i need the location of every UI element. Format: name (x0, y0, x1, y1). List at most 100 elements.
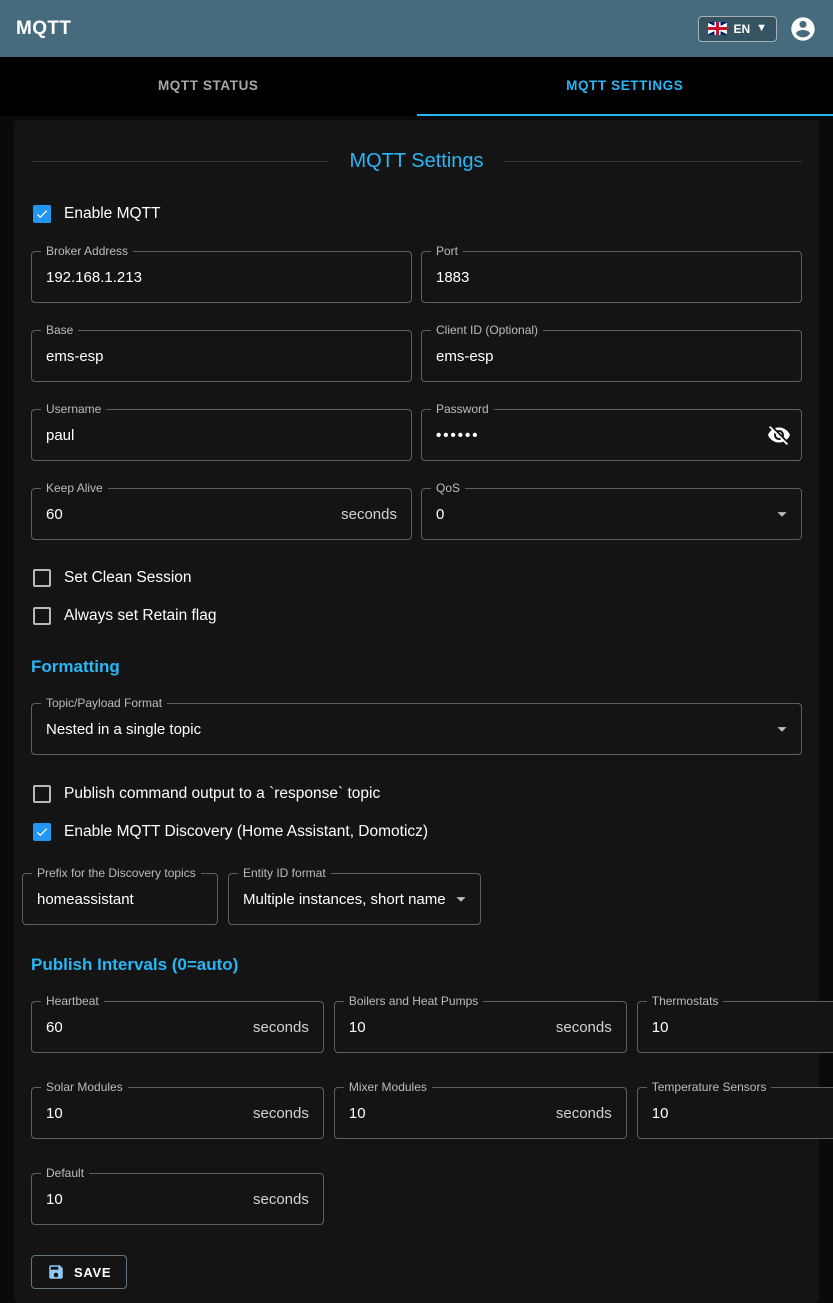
entity-id-format-value: Multiple instances, short name (243, 891, 450, 908)
client-id-label: Client ID (Optional) (431, 324, 543, 337)
page-title: MQTT Settings (31, 150, 802, 173)
base-field: Base (31, 330, 412, 382)
port-label: Port (431, 245, 463, 258)
keep-alive-input[interactable] (46, 506, 333, 523)
publish-intervals-grid: Heartbeat seconds Boilers and Heat Pumps… (31, 1001, 802, 1225)
qos-label: QoS (431, 482, 465, 495)
boilers-interval-field: Boilers and Heat Pumps seconds (334, 1001, 627, 1053)
account-circle-icon (789, 15, 817, 43)
clean-session-checkbox[interactable]: Set Clean Session (31, 567, 802, 589)
keep-alive-field: Keep Alive seconds (31, 488, 412, 540)
account-button[interactable] (789, 15, 817, 43)
client-id-input[interactable] (436, 348, 787, 365)
dropdown-arrow-icon (771, 718, 793, 740)
default-label: Default (41, 1167, 89, 1180)
visibility-off-icon[interactable] (767, 423, 791, 447)
mixer-interval-field: Mixer Modules seconds (334, 1087, 627, 1139)
username-label: Username (41, 403, 106, 416)
client-id-field: Client ID (Optional) (421, 330, 802, 382)
formatting-heading: Formatting (31, 657, 802, 677)
qos-select[interactable]: QoS 0 (421, 488, 802, 540)
uk-flag-icon (708, 22, 727, 35)
heartbeat-interval-input[interactable] (46, 1019, 245, 1036)
port-input[interactable] (436, 269, 787, 286)
save-icon (47, 1263, 65, 1281)
enable-mqtt-checkbox[interactable]: Enable MQTT (31, 203, 802, 225)
discovery-prefix-field: Prefix for the Discovery topics (22, 873, 218, 925)
language-label: EN (733, 22, 750, 36)
port-field: Port (421, 251, 802, 303)
save-button[interactable]: SAVE (31, 1255, 127, 1289)
language-button[interactable]: EN ▼ (698, 16, 777, 42)
heartbeat-unit: seconds (253, 1019, 309, 1036)
broker-address-input[interactable] (46, 269, 397, 286)
thermostats-interval-field: Thermostats seconds (637, 1001, 833, 1053)
solar-interval-field: Solar Modules seconds (31, 1087, 324, 1139)
heartbeat-label: Heartbeat (41, 995, 104, 1008)
retain-flag-label: Always set Retain flag (64, 607, 217, 625)
boilers-interval-input[interactable] (349, 1019, 548, 1036)
entity-id-format-label: Entity ID format (238, 867, 331, 880)
boilers-unit: seconds (556, 1019, 612, 1036)
response-topic-checkbox[interactable]: Publish command output to a `response` t… (31, 783, 802, 805)
clean-session-label: Set Clean Session (64, 569, 192, 587)
chevron-down-icon: ▼ (756, 23, 767, 34)
mqtt-discovery-label: Enable MQTT Discovery (Home Assistant, D… (64, 823, 428, 841)
tab-mqtt-status[interactable]: MQTT STATUS (0, 57, 417, 116)
mqtt-settings-panel: MQTT Settings Enable MQTT Broker Address… (14, 120, 819, 1303)
password-label: Password (431, 403, 494, 416)
default-interval-field: Default seconds (31, 1173, 324, 1225)
keepalive-qos-row: Keep Alive seconds QoS 0 (31, 488, 802, 540)
qos-value: 0 (436, 506, 771, 523)
check-icon (35, 824, 49, 840)
temperature-interval-field: Temperature Sensors seconds (637, 1087, 833, 1139)
publish-intervals-heading: Publish Intervals (0=auto) (31, 955, 802, 975)
enable-mqtt-label: Enable MQTT (64, 205, 160, 223)
password-input[interactable] (436, 427, 767, 444)
discovery-options-row: Prefix for the Discovery topics Entity I… (22, 873, 802, 925)
temperature-label: Temperature Sensors (647, 1081, 772, 1094)
temperature-interval-input[interactable] (652, 1105, 833, 1122)
topic-format-select[interactable]: Topic/Payload Format Nested in a single … (31, 703, 802, 755)
mixer-unit: seconds (556, 1105, 612, 1122)
discovery-prefix-label: Prefix for the Discovery topics (32, 867, 201, 880)
base-label: Base (41, 324, 78, 337)
mqtt-discovery-checkbox[interactable]: Enable MQTT Discovery (Home Assistant, D… (31, 821, 802, 843)
thermostats-interval-input[interactable] (652, 1019, 833, 1036)
broker-address-label: Broker Address (41, 245, 133, 258)
tab-bar: MQTT STATUS MQTT SETTINGS (0, 57, 833, 116)
checkbox-icon (33, 607, 51, 625)
entity-id-format-select[interactable]: Entity ID format Multiple instances, sho… (228, 873, 481, 925)
dropdown-arrow-icon (771, 503, 793, 525)
mixer-interval-input[interactable] (349, 1105, 548, 1122)
topic-format-value: Nested in a single topic (46, 721, 771, 738)
boilers-label: Boilers and Heat Pumps (344, 995, 483, 1008)
check-icon (35, 206, 49, 222)
username-input[interactable] (46, 427, 397, 444)
response-topic-label: Publish command output to a `response` t… (64, 785, 380, 803)
username-field: Username (31, 409, 412, 461)
discovery-prefix-input[interactable] (37, 891, 203, 908)
checkbox-icon (33, 205, 51, 223)
thermostats-label: Thermostats (647, 995, 724, 1008)
credentials-row: Username Password (31, 409, 802, 461)
default-interval-input[interactable] (46, 1191, 245, 1208)
dropdown-arrow-icon (450, 888, 472, 910)
base-input[interactable] (46, 348, 397, 365)
app-title: MQTT (16, 18, 71, 40)
solar-interval-input[interactable] (46, 1105, 245, 1122)
tab-mqtt-settings[interactable]: MQTT SETTINGS (417, 57, 833, 116)
broker-address-field: Broker Address (31, 251, 412, 303)
checkbox-icon (33, 569, 51, 587)
solar-unit: seconds (253, 1105, 309, 1122)
mixer-label: Mixer Modules (344, 1081, 432, 1094)
save-label: SAVE (74, 1265, 111, 1280)
solar-label: Solar Modules (41, 1081, 128, 1094)
default-unit: seconds (253, 1191, 309, 1208)
password-field: Password (421, 409, 802, 461)
retain-flag-checkbox[interactable]: Always set Retain flag (31, 605, 802, 627)
app-bar-actions: EN ▼ (698, 15, 817, 43)
checkbox-icon (33, 785, 51, 803)
broker-port-row: Broker Address Port (31, 251, 802, 303)
checkbox-icon (33, 823, 51, 841)
